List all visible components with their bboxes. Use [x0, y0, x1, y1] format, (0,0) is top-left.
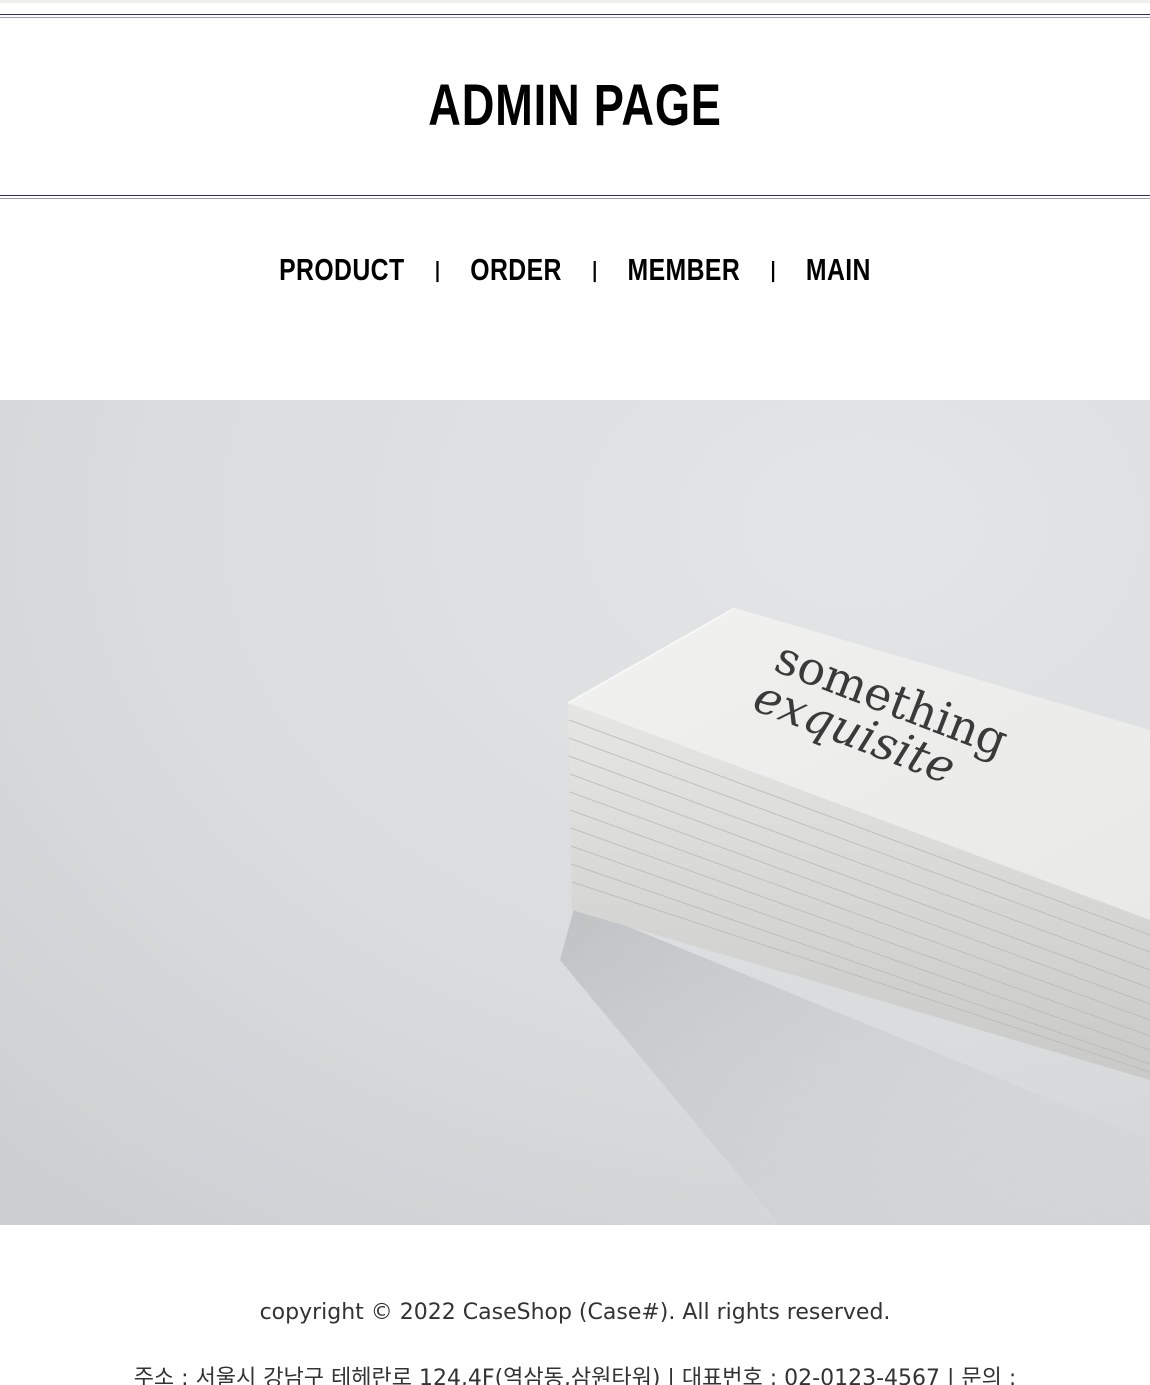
hero-photo: something exquisite [0, 400, 1150, 1225]
header-top-rule [0, 14, 1150, 18]
admin-page: ADMIN PAGE PRODUCT | ORDER | MEMBER | MA… [0, 0, 1150, 1385]
footer-address: 주소 : 서울시 강남구 테헤란로 124,4F(역삼동,삼원타워) | 대표번… [133, 1366, 1017, 1385]
nav-member[interactable]: MEMBER [628, 252, 741, 288]
nav-separator: | [770, 257, 776, 282]
nav-separator: | [434, 257, 440, 282]
nav-order[interactable]: ORDER [470, 252, 562, 288]
top-strip [0, 0, 1150, 3]
page-title: ADMIN PAGE [428, 73, 722, 138]
nav-product[interactable]: PRODUCT [279, 252, 404, 288]
header-bottom-rule [0, 195, 1150, 199]
main-nav: PRODUCT | ORDER | MEMBER | MAIN [115, 248, 1035, 292]
nav-separator: | [592, 257, 598, 282]
nav-main[interactable]: MAIN [806, 252, 871, 288]
footer-copyright: copyright © 2022 CaseShop (Case#). All r… [259, 1300, 891, 1325]
hero-image: something exquisite [0, 400, 1150, 1225]
